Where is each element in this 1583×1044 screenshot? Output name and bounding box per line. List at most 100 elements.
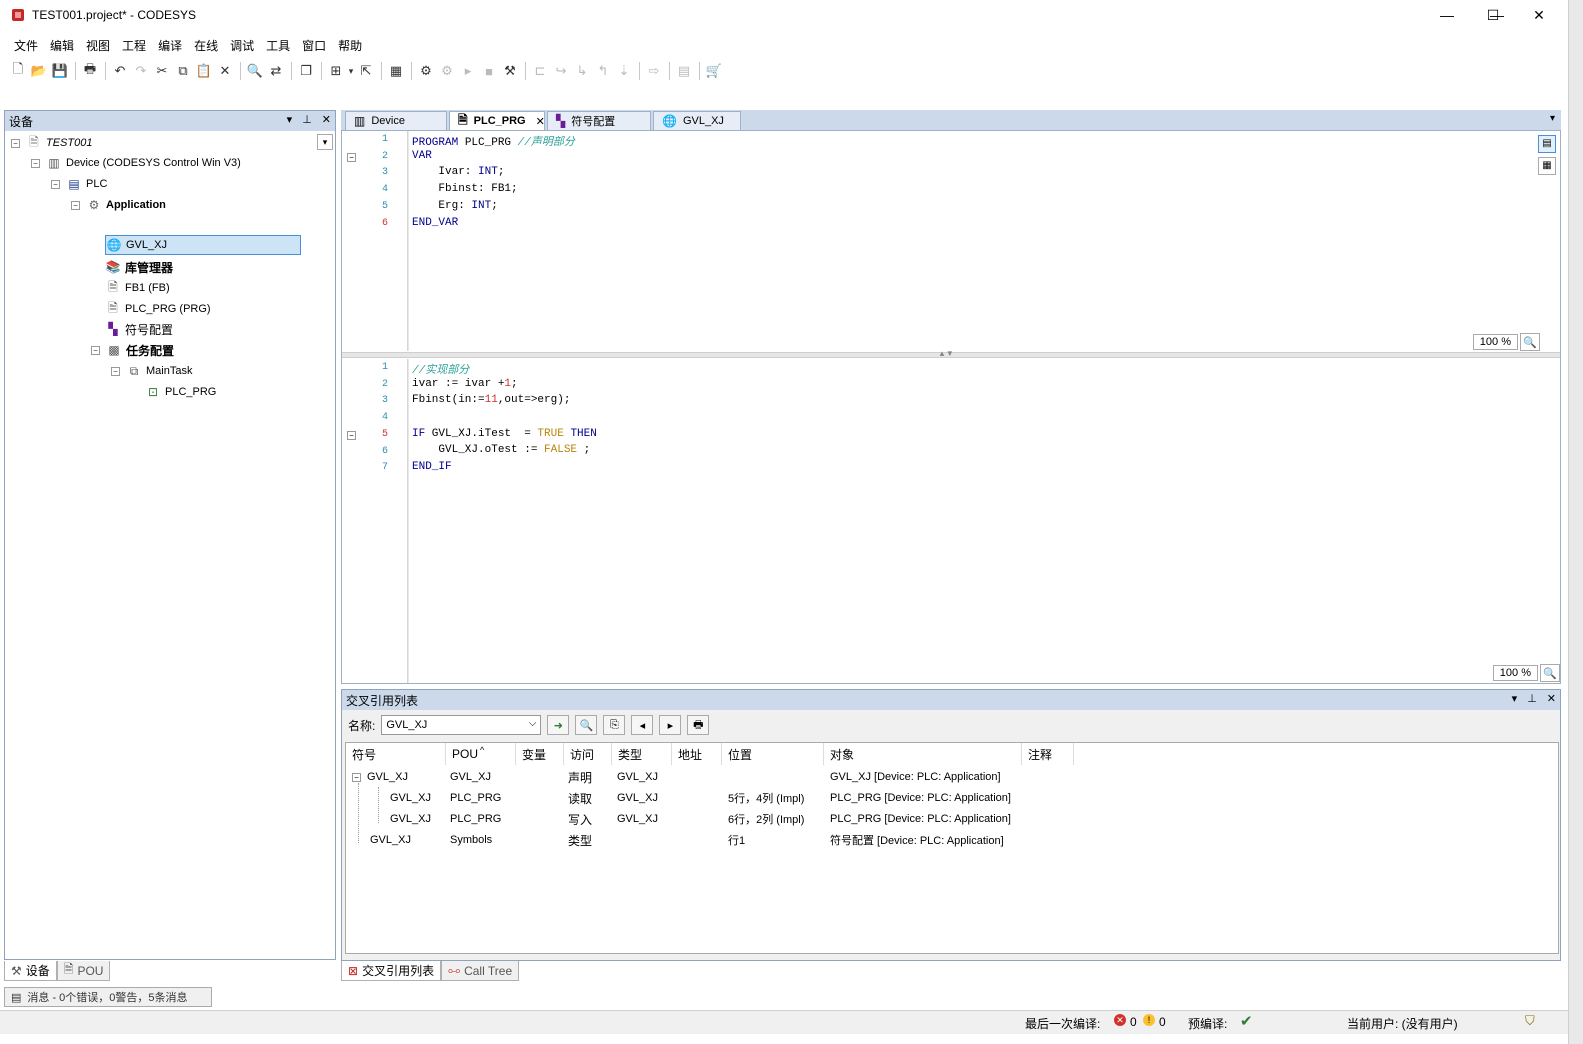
tab-cross-reference[interactable]: ⊠ 交叉引用列表 xyxy=(341,961,442,981)
export-icon[interactable]: ⇱ xyxy=(356,61,376,81)
close-icon[interactable]: ✕ xyxy=(322,113,331,126)
menu-help[interactable]: 帮助 xyxy=(332,37,368,54)
reset-icon[interactable]: ⚒ xyxy=(500,61,520,81)
column-header[interactable]: 类型 xyxy=(612,743,672,765)
column-header[interactable]: 地址 xyxy=(672,743,722,765)
redo-icon[interactable]: ↷ xyxy=(131,61,151,81)
previous-icon[interactable]: ◂ xyxy=(631,715,654,735)
tabular-view-icon[interactable]: ▦ xyxy=(1538,157,1556,175)
tree-item-task-prg[interactable]: ⊡ PLC_PRG xyxy=(145,382,216,402)
cell-symbol[interactable]: GVL_XJ xyxy=(390,809,431,829)
tab-list-dropdown-icon[interactable]: ▾ xyxy=(1550,113,1555,124)
menu-window[interactable]: 窗口 xyxy=(296,37,332,54)
step-into-icon[interactable]: ↳ xyxy=(572,61,592,81)
pin-icon[interactable]: ⊥ xyxy=(1527,692,1537,705)
maximize-button[interactable]: ☐ xyxy=(1470,0,1516,30)
go-arrow-icon[interactable]: ➜ xyxy=(547,715,570,735)
run-to-cursor-icon[interactable]: ⇣ xyxy=(614,61,634,81)
login-icon[interactable]: ⚙ xyxy=(416,61,436,81)
dropdown-arrow-icon[interactable]: ▾ xyxy=(347,61,355,81)
menu-online[interactable]: 在线 xyxy=(188,37,224,54)
cell-symbol[interactable]: GVL_XJ xyxy=(370,830,411,850)
step-out-icon[interactable]: ↰ xyxy=(593,61,613,81)
insert-icon[interactable]: ⎘ xyxy=(603,715,626,735)
menu-tools[interactable]: 工具 xyxy=(260,37,296,54)
replace-icon[interactable]: ⇄ xyxy=(266,61,286,81)
paste-icon[interactable]: 📋 xyxy=(194,61,214,81)
menu-build[interactable]: 编译 xyxy=(152,37,188,54)
stop-icon[interactable]: ■ xyxy=(479,61,499,81)
chevron-down-icon[interactable]: ⌵ xyxy=(529,718,537,729)
collapse-icon[interactable]: − xyxy=(352,772,361,782)
cart-icon[interactable]: 🛒 xyxy=(704,61,724,81)
cut-icon[interactable]: ✂ xyxy=(152,61,172,81)
tree-item-task-config[interactable]: − ▩ 任务配置 xyxy=(91,340,174,360)
messages-tab[interactable]: ▤ 消息 - 0个错误，0警告，5条消息 xyxy=(4,987,212,1007)
editor-splitter[interactable]: ▲▼ xyxy=(342,349,1560,358)
close-icon[interactable]: ✕ xyxy=(1547,692,1556,705)
tab-pou[interactable]: 🗎 POU xyxy=(56,961,111,981)
undo-icon[interactable]: ↶ xyxy=(110,61,130,81)
print-icon[interactable]: 🖶 xyxy=(687,715,710,735)
zoom-icon[interactable]: 🔍 xyxy=(1520,333,1540,351)
menu-debug[interactable]: 调试 xyxy=(224,37,260,54)
panel-menu-icon[interactable]: ▾ xyxy=(287,113,293,126)
close-icon[interactable]: ✕ xyxy=(536,115,545,128)
tree-item-gvl[interactable]: 🌐 GVL_XJ xyxy=(105,235,301,255)
next-icon[interactable]: ▸ xyxy=(659,715,682,735)
windows-icon[interactable]: ❐ xyxy=(296,61,316,81)
collapse-icon[interactable]: − xyxy=(111,366,120,376)
find-icon[interactable]: 🔍 xyxy=(245,61,265,81)
fold-icon[interactable]: − xyxy=(347,431,356,440)
name-combobox[interactable]: GVL_XJ ⌵ xyxy=(381,715,542,735)
collapse-icon[interactable]: − xyxy=(11,138,20,148)
delete-icon[interactable]: ✕ xyxy=(215,61,235,81)
textual-view-icon[interactable]: ▤ xyxy=(1538,135,1556,153)
column-header[interactable]: 访问 xyxy=(564,743,612,765)
search-icon[interactable]: 🔍 xyxy=(575,715,598,735)
build-icon[interactable]: ▦ xyxy=(386,61,406,81)
collapse-icon[interactable]: − xyxy=(71,200,80,210)
next-statement-icon[interactable]: ⇨ xyxy=(644,61,664,81)
menu-project[interactable]: 工程 xyxy=(116,37,152,54)
print-icon[interactable]: 🖶 xyxy=(80,61,100,81)
add-object-icon[interactable]: ⊞ xyxy=(326,61,346,81)
zoom-icon[interactable]: 🔍 xyxy=(1540,664,1560,682)
collapse-icon[interactable]: − xyxy=(31,158,40,168)
collapse-icon[interactable]: − xyxy=(91,345,100,355)
column-header[interactable]: POU ^ xyxy=(446,743,516,765)
tree-item-project[interactable]: − 🗎 TEST001 ▾ xyxy=(11,133,333,153)
open-folder-icon[interactable]: 📂 xyxy=(29,61,49,81)
menu-view[interactable]: 视图 xyxy=(80,37,116,54)
minimize-button[interactable]: — xyxy=(1424,0,1470,30)
tree-item-fb1[interactable]: 🗎 FB1 (FB) xyxy=(105,278,169,298)
breakpoint-icon[interactable]: ⊏ xyxy=(530,61,550,81)
menu-edit[interactable]: 编辑 xyxy=(44,37,80,54)
declaration-pane[interactable]: − 1 2 3 4 5 6 PROGRAM PLC_PRG //声明部分 VAR… xyxy=(342,131,1560,351)
tree-item-device[interactable]: − ▥ Device (CODESYS Control Win V3) xyxy=(31,153,241,173)
force-values-icon[interactable]: ▤ xyxy=(674,61,694,81)
fold-icon[interactable]: − xyxy=(347,153,356,162)
tree-item-plc-prg[interactable]: 🗎 PLC_PRG (PRG) xyxy=(105,299,210,319)
tree-item-library[interactable]: 📚 库管理器 xyxy=(105,257,174,277)
shield-icon[interactable]: ⛉ xyxy=(1525,1013,1535,1029)
pin-icon[interactable]: ⊥ xyxy=(302,113,312,126)
tree-item-application[interactable]: − ⚙ Application xyxy=(71,195,166,215)
tab-device[interactable]: ▥ Device xyxy=(345,111,447,130)
copy-icon[interactable]: ⧉ xyxy=(173,61,193,81)
menu-file[interactable]: 文件 xyxy=(8,37,44,54)
panel-menu-icon[interactable]: ▾ xyxy=(1512,692,1518,705)
tab-devices[interactable]: ⚒ 设备 xyxy=(4,961,57,981)
column-header[interactable]: 符号 xyxy=(346,743,446,765)
column-header[interactable]: 位置 xyxy=(722,743,824,765)
column-header[interactable]: 注释 xyxy=(1022,743,1074,765)
split-arrows-icon[interactable]: ▲▼ xyxy=(938,349,954,358)
cell-symbol[interactable]: GVL_XJ xyxy=(390,788,431,808)
tab-gvl[interactable]: 🌐 GVL_XJ xyxy=(653,111,741,130)
tree-item-symbol-config[interactable]: ▚ 符号配置 xyxy=(105,319,173,339)
step-over-icon[interactable]: ↪ xyxy=(551,61,571,81)
tab-call-tree[interactable]: ⧟ Call Tree xyxy=(441,961,520,981)
tab-plc-prg[interactable]: 🗎 PLC_PRG ✕ xyxy=(449,111,545,130)
tab-symbol-config[interactable]: ▚ 符号配置 xyxy=(547,111,651,130)
implementation-pane[interactable]: − 1 2 3 4 5 6 7 //实现部分 ivar := ivar +1; … xyxy=(342,359,1560,683)
